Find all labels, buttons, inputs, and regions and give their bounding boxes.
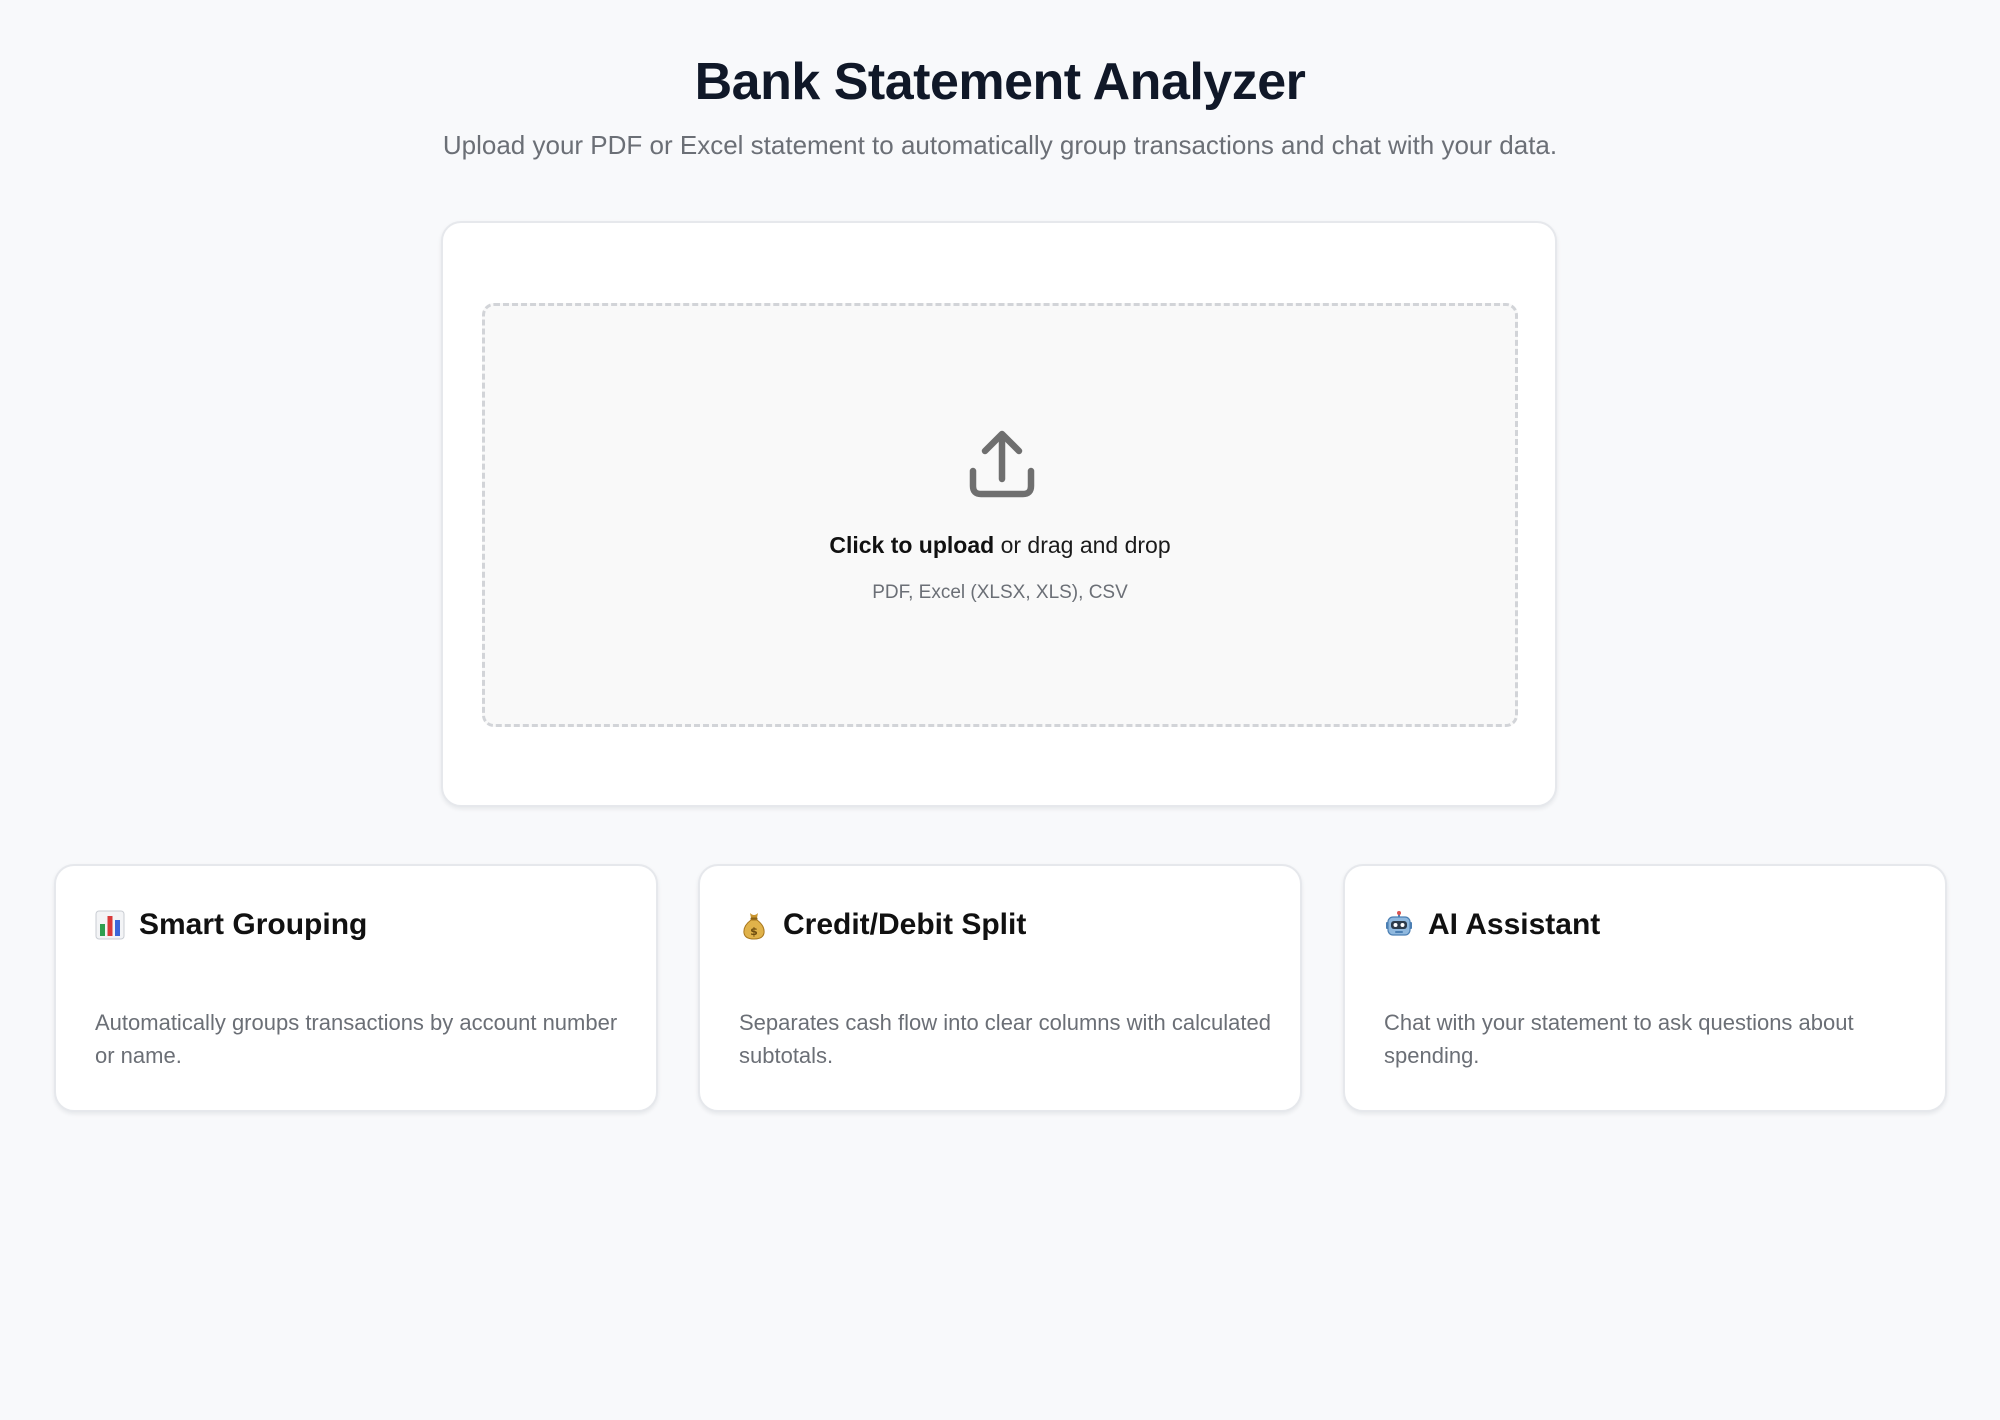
feature-title: Credit/Debit Split (783, 908, 1027, 941)
file-dropzone[interactable]: Click to upload or drag and drop PDF, Ex… (482, 303, 1518, 727)
drag-and-drop-text: or drag and drop (994, 532, 1171, 558)
click-to-upload-link[interactable]: Click to upload (829, 532, 994, 558)
upload-instruction: Click to upload or drag and drop (485, 532, 1515, 559)
feature-description: Automatically groups transactions by acc… (95, 1010, 618, 1068)
page-title: Bank Statement Analyzer (694, 53, 1306, 111)
robot-icon (1386, 911, 1412, 936)
feature-title: AI Assistant (1428, 908, 1601, 941)
svg-text:$: $ (750, 925, 758, 938)
upload-card: Click to upload or drag and drop PDF, Ex… (441, 221, 1557, 807)
feature-card-ai-assistant: AI Assistant Chat with your statement to… (1343, 864, 1947, 1112)
upload-icon (969, 430, 1035, 498)
feature-title: Smart Grouping (139, 908, 368, 941)
feature-description: Chat with your statement to ask question… (1384, 1010, 1854, 1068)
money-bag-icon: $ (743, 913, 765, 940)
feature-card-credit-debit-split: $ Credit/Debit Split Separates cash flow… (698, 864, 1302, 1112)
feature-card-smart-grouping: Smart Grouping Automatically groups tran… (54, 864, 658, 1112)
feature-description: Separates cash flow into clear columns w… (739, 1010, 1271, 1068)
page-subtitle: Upload your PDF or Excel statement to au… (442, 130, 1558, 160)
bar-chart-icon (95, 910, 125, 940)
supported-formats: PDF, Excel (XLSX, XLS), CSV (872, 582, 1128, 603)
